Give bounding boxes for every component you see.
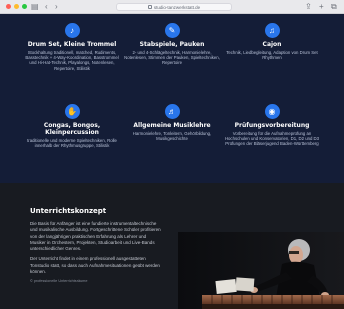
service-pruefung: ◉ Prüfungsvorbereitung Vorbereitung für … <box>222 104 322 147</box>
musician-illustration <box>178 232 344 309</box>
close-window-button[interactable] <box>6 4 11 9</box>
forward-icon[interactable]: › <box>55 2 58 12</box>
browser-toolbar: ▤ ‹ › studio-tanzwerkstatt.de ⇪ + ⧉ <box>0 0 344 14</box>
service-stabspiele: ✎ Stabspiele, Pauken 2- und 4-Schlägelte… <box>122 23 222 66</box>
music-note-icon: ♬ <box>164 104 180 119</box>
service-text: traditionelle und moderne Spieltechniken… <box>27 138 117 149</box>
lock-icon <box>147 5 152 9</box>
service-title: Drum Set, Kleine Trommel <box>27 41 117 48</box>
service-text: Vorbereitung für die Aufnahmeprüfung an … <box>224 131 320 147</box>
concept-text-block: Unterrichtskonzept Die Basis für Anfänge… <box>30 207 162 284</box>
mallet-icon: ✎ <box>164 23 180 38</box>
back-icon[interactable]: ‹ <box>45 2 48 12</box>
exam-icon: ◉ <box>264 104 280 119</box>
concept-paragraph: Die Basis für Anfänger ist eine fundiert… <box>30 221 161 252</box>
service-title: Cajon <box>262 41 282 48</box>
service-musiklehre: ♬ Allgemeine Musiklehre Harmonielehre, T… <box>122 104 222 141</box>
minimize-window-button[interactable] <box>14 4 19 9</box>
service-title: Congas, Bongos, Kleinpercussion <box>43 122 101 136</box>
plus-icon[interactable]: + <box>319 2 324 12</box>
service-text: Stockhaltung traditionell, matched, Rudi… <box>25 50 119 71</box>
services-section: ♪ Drum Set, Kleine Trommel Stockhaltung … <box>0 14 344 183</box>
zoom-window-button[interactable] <box>22 4 27 9</box>
share-icon[interactable]: ⇪ <box>305 2 312 12</box>
conga-icon: ✋ <box>64 104 80 119</box>
drum-icon: ♪ <box>64 23 80 38</box>
tabs-icon[interactable]: ⧉ <box>331 2 337 12</box>
service-cajon: ♫ Cajon Technik, Liedbegleitung, Adaptio… <box>222 23 322 60</box>
url-text: studio-tanzwerkstatt.de <box>153 4 201 10</box>
address-bar[interactable]: studio-tanzwerkstatt.de <box>116 3 232 11</box>
service-text: 2- und 4-Schlägeltechnik, Harmonielehre,… <box>124 50 220 66</box>
service-drum-set: ♪ Drum Set, Kleine Trommel Stockhaltung … <box>22 23 122 71</box>
service-congas: ✋ Congas, Bongos, Kleinpercussion tradit… <box>22 104 122 148</box>
service-text: Harmonielehre, Tonleitern, Gehörbildung,… <box>132 131 212 142</box>
sidebar-icon[interactable]: ▤ <box>31 2 39 12</box>
musician-photo <box>178 232 344 309</box>
window-controls <box>6 4 27 9</box>
service-title: Allgemeine Musiklehre <box>133 122 211 129</box>
service-title: Stabspiele, Pauken <box>139 41 205 48</box>
concept-paragraph: Der Unterricht findet in einem professio… <box>30 256 160 275</box>
concept-footnote: © professionelle Unterrichtsräume <box>30 279 88 284</box>
concept-title: Unterrichtskonzept <box>30 207 107 215</box>
cajon-icon: ♫ <box>264 23 280 38</box>
service-title: Prüfungsvorbereitung <box>234 122 310 129</box>
service-text: Technik, Liedbegleitung, Adaption von Dr… <box>226 50 318 61</box>
